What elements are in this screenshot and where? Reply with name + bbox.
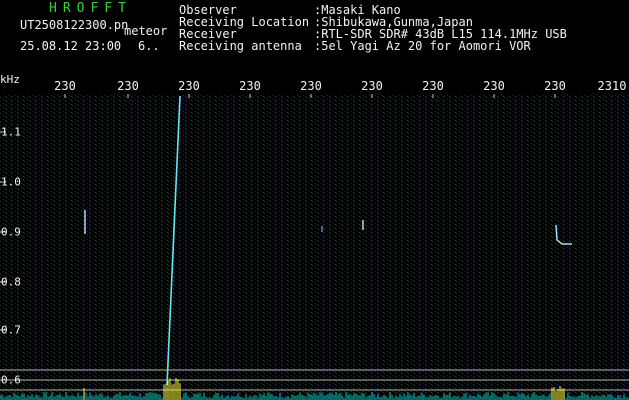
x-tick-label: 230 [239,79,261,93]
info-value: :5el Yagi Az 20 for Aomori VOR [314,39,531,53]
meteor-tag: meteor [124,24,168,38]
header: HROFFT UT2508122300.pn meteor 25.08.12 2… [0,0,629,72]
x-tick-label: 230 [117,79,139,93]
y-tick-label: 1.1 [1,125,21,139]
x-tick-label: 230 [483,79,505,93]
x-tick-label: 230 [361,79,383,93]
spectrogram [0,94,629,400]
x-tick-label: 2310 [597,79,627,93]
station-info: Observer:Masaki Kano Receiving Location:… [179,4,567,52]
x-tick-label: 230 [544,79,566,93]
date-time: 25.08.12 23:00 [20,39,122,53]
x-tick-label: 230 [178,79,200,93]
y-tick-label: 1.0 [1,175,21,189]
x-tick-label: 230 [54,79,76,93]
y-tick-label: 0.9 [1,225,21,239]
y-tick-label: 0.8 [1,275,21,289]
info-row-antenna: Receiving antenna :5el Yagi Az 20 for Aom… [179,40,567,52]
noise-field [0,94,629,400]
meteor-count: 6.. [138,39,160,53]
y-tick-label: 0.7 [1,323,21,337]
x-tick-label: 230 [300,79,322,93]
file-name: UT2508122300.pn [20,18,129,32]
brand-logo: HROFFT [49,1,132,16]
y-axis-unit: kHz [0,73,20,86]
x-tick-label: 230 [422,79,444,93]
y-tick-label: 0.6 [1,373,21,387]
info-label: Receiving antenna [179,39,302,53]
